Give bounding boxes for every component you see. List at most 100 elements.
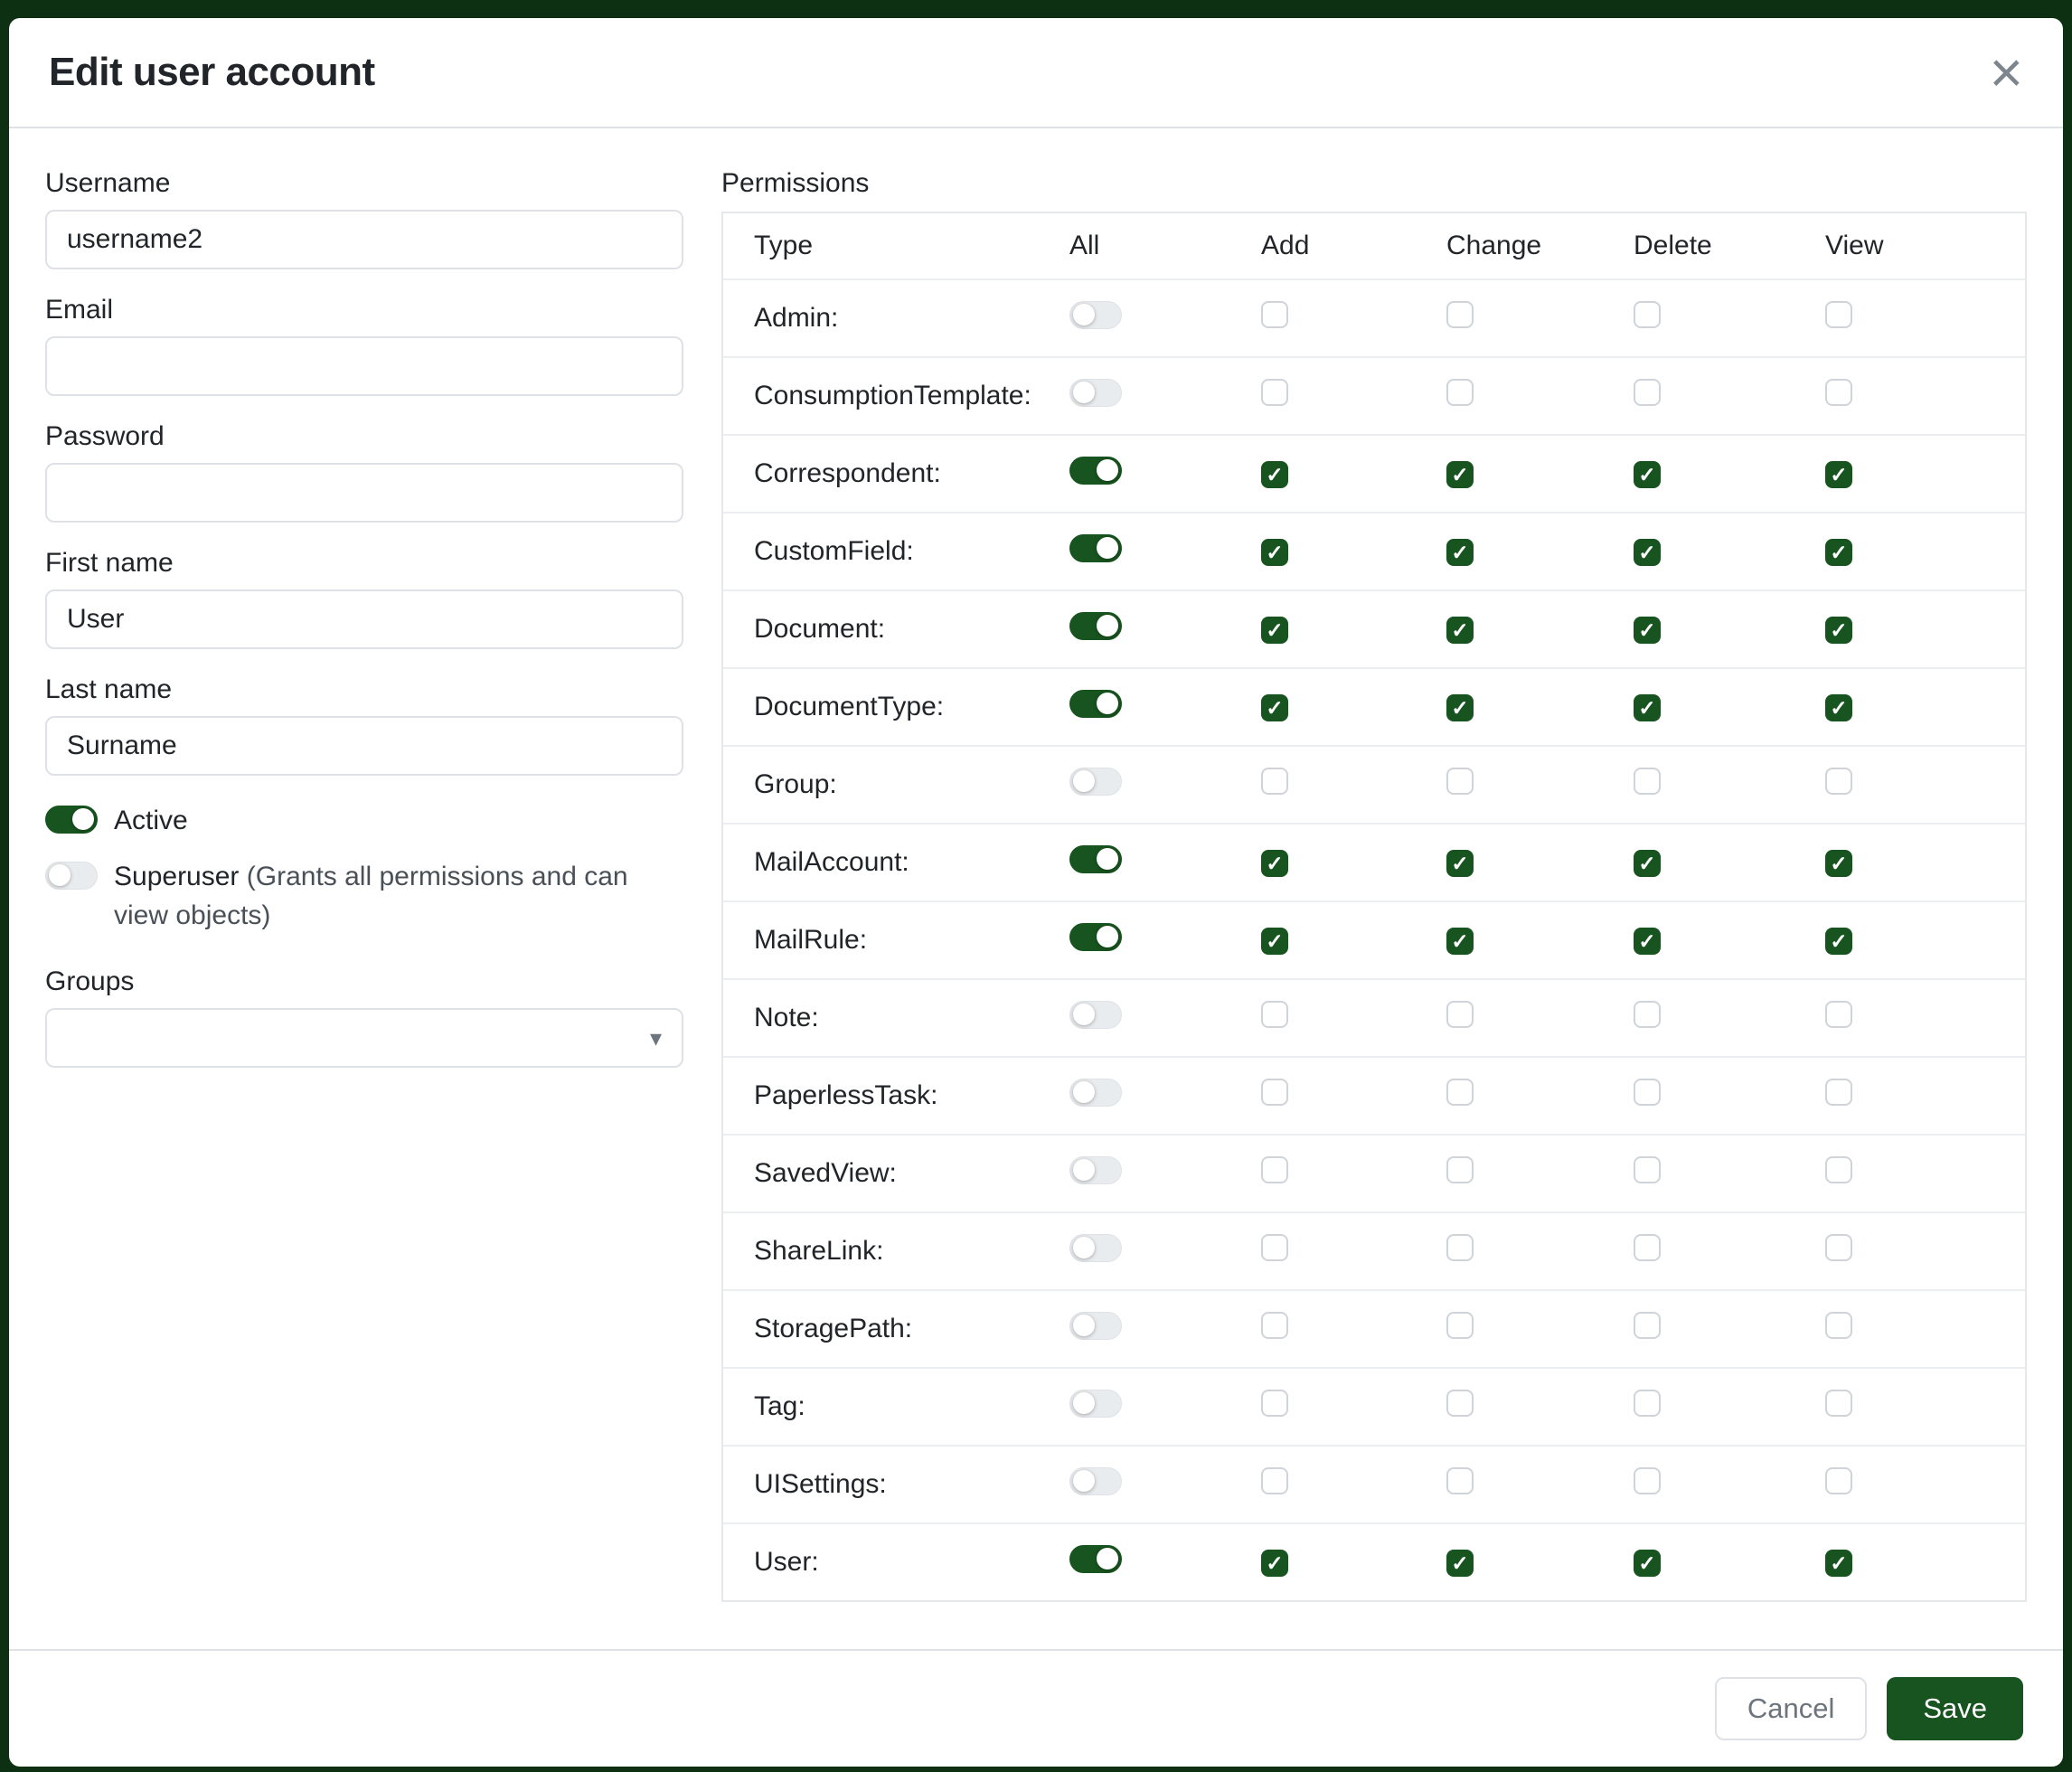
permission-view-checkbox[interactable]: ✓ (1825, 617, 1852, 644)
permission-change-checkbox[interactable]: ✓ (1446, 617, 1474, 644)
permission-all-toggle[interactable] (1069, 1079, 1122, 1107)
permission-all-toggle[interactable] (1069, 612, 1122, 640)
permission-all-toggle[interactable] (1069, 690, 1122, 718)
permission-add-checkbox[interactable] (1261, 768, 1288, 795)
username-input[interactable] (45, 210, 683, 269)
permission-delete-checkbox[interactable] (1634, 1001, 1661, 1028)
permission-change-checkbox[interactable] (1446, 1079, 1474, 1106)
permission-change-checkbox[interactable]: ✓ (1446, 461, 1474, 488)
permission-change-checkbox[interactable] (1446, 1467, 1474, 1494)
permission-row: DocumentType: ✓ ✓ ✓ ✓ (723, 667, 2025, 745)
permission-add-checkbox[interactable] (1261, 1312, 1288, 1339)
permission-view-checkbox[interactable]: ✓ (1825, 539, 1852, 566)
permission-add-checkbox[interactable]: ✓ (1261, 850, 1288, 877)
permission-view-checkbox[interactable]: ✓ (1825, 928, 1852, 955)
permission-delete-checkbox[interactable]: ✓ (1634, 694, 1661, 721)
permission-all-toggle[interactable] (1069, 1234, 1122, 1262)
permission-add-checkbox[interactable] (1261, 1467, 1288, 1494)
permission-add-checkbox[interactable]: ✓ (1261, 928, 1288, 955)
permission-view-checkbox[interactable] (1825, 1079, 1852, 1106)
cancel-button[interactable]: Cancel (1715, 1677, 1868, 1740)
permission-delete-checkbox[interactable] (1634, 1156, 1661, 1183)
permission-add-checkbox[interactable]: ✓ (1261, 617, 1288, 644)
permission-change-checkbox[interactable] (1446, 1312, 1474, 1339)
permission-view-checkbox[interactable]: ✓ (1825, 850, 1852, 877)
permission-add-checkbox[interactable]: ✓ (1261, 539, 1288, 566)
permission-delete-checkbox[interactable]: ✓ (1634, 539, 1661, 566)
permission-add-checkbox[interactable] (1261, 1001, 1288, 1028)
permission-delete-checkbox[interactable] (1634, 1390, 1661, 1417)
permission-all-toggle[interactable] (1069, 923, 1122, 951)
permission-change-checkbox[interactable] (1446, 768, 1474, 795)
permission-change-checkbox[interactable]: ✓ (1446, 694, 1474, 721)
permission-add-checkbox[interactable] (1261, 1156, 1288, 1183)
permission-change-checkbox[interactable] (1446, 1390, 1474, 1417)
permission-view-checkbox[interactable] (1825, 301, 1852, 328)
email-input[interactable] (45, 336, 683, 396)
permission-delete-checkbox[interactable]: ✓ (1634, 461, 1661, 488)
permission-add-checkbox[interactable] (1261, 1390, 1288, 1417)
permission-all-toggle[interactable] (1069, 768, 1122, 796)
permission-change-checkbox[interactable] (1446, 1234, 1474, 1261)
save-button[interactable]: Save (1887, 1677, 2023, 1740)
column-header-change: Change (1446, 231, 1634, 261)
permission-change-checkbox[interactable]: ✓ (1446, 850, 1474, 877)
permission-add-checkbox[interactable]: ✓ (1261, 1550, 1288, 1577)
permission-view-checkbox[interactable] (1825, 1467, 1852, 1494)
permission-change-checkbox[interactable]: ✓ (1446, 1550, 1474, 1577)
close-icon[interactable]: × (1990, 43, 2023, 101)
permission-all-toggle[interactable] (1069, 379, 1122, 407)
permission-view-checkbox[interactable] (1825, 1312, 1852, 1339)
active-toggle[interactable] (45, 806, 98, 834)
groups-select[interactable]: ▾ (45, 1008, 683, 1068)
permission-add-checkbox[interactable] (1261, 301, 1288, 328)
permission-all-toggle[interactable] (1069, 845, 1122, 873)
permissions-title: Permissions (721, 168, 2027, 199)
permission-delete-checkbox[interactable] (1634, 301, 1661, 328)
permission-view-checkbox[interactable] (1825, 1234, 1852, 1261)
permission-delete-checkbox[interactable]: ✓ (1634, 617, 1661, 644)
permission-view-checkbox[interactable] (1825, 1001, 1852, 1028)
permission-view-checkbox[interactable]: ✓ (1825, 694, 1852, 721)
permission-delete-checkbox[interactable] (1634, 379, 1661, 406)
permission-add-checkbox[interactable]: ✓ (1261, 461, 1288, 488)
permission-view-checkbox[interactable] (1825, 768, 1852, 795)
permission-all-toggle[interactable] (1069, 534, 1122, 562)
permission-delete-checkbox[interactable] (1634, 1079, 1661, 1106)
permission-all-toggle[interactable] (1069, 1467, 1122, 1495)
permission-delete-checkbox[interactable] (1634, 1234, 1661, 1261)
permission-change-checkbox[interactable] (1446, 301, 1474, 328)
permission-all-toggle[interactable] (1069, 1390, 1122, 1418)
permission-delete-checkbox[interactable]: ✓ (1634, 850, 1661, 877)
permission-delete-checkbox[interactable] (1634, 1467, 1661, 1494)
permission-all-toggle[interactable] (1069, 1312, 1122, 1340)
permission-change-checkbox[interactable] (1446, 1156, 1474, 1183)
permission-view-checkbox[interactable] (1825, 1390, 1852, 1417)
permission-delete-checkbox[interactable]: ✓ (1634, 928, 1661, 955)
permission-view-checkbox[interactable]: ✓ (1825, 461, 1852, 488)
permission-delete-checkbox[interactable] (1634, 768, 1661, 795)
permission-delete-checkbox[interactable]: ✓ (1634, 1550, 1661, 1577)
first-name-input[interactable] (45, 589, 683, 649)
toggle-knob (1073, 1237, 1095, 1258)
permission-change-checkbox[interactable]: ✓ (1446, 928, 1474, 955)
permission-change-checkbox[interactable] (1446, 1001, 1474, 1028)
last-name-input[interactable] (45, 716, 683, 776)
permission-all-toggle[interactable] (1069, 457, 1122, 485)
permission-change-checkbox[interactable] (1446, 379, 1474, 406)
superuser-toggle[interactable] (45, 862, 98, 890)
permission-view-checkbox[interactable] (1825, 1156, 1852, 1183)
permission-all-toggle[interactable] (1069, 1001, 1122, 1029)
permission-add-checkbox[interactable] (1261, 379, 1288, 406)
permission-all-toggle[interactable] (1069, 301, 1122, 329)
permission-add-checkbox[interactable]: ✓ (1261, 694, 1288, 721)
permission-add-checkbox[interactable] (1261, 1234, 1288, 1261)
permission-delete-checkbox[interactable] (1634, 1312, 1661, 1339)
permission-all-toggle[interactable] (1069, 1545, 1122, 1573)
permission-view-checkbox[interactable] (1825, 379, 1852, 406)
password-input[interactable] (45, 463, 683, 523)
permission-add-checkbox[interactable] (1261, 1079, 1288, 1106)
permission-view-checkbox[interactable]: ✓ (1825, 1550, 1852, 1577)
permission-all-toggle[interactable] (1069, 1156, 1122, 1184)
permission-change-checkbox[interactable]: ✓ (1446, 539, 1474, 566)
